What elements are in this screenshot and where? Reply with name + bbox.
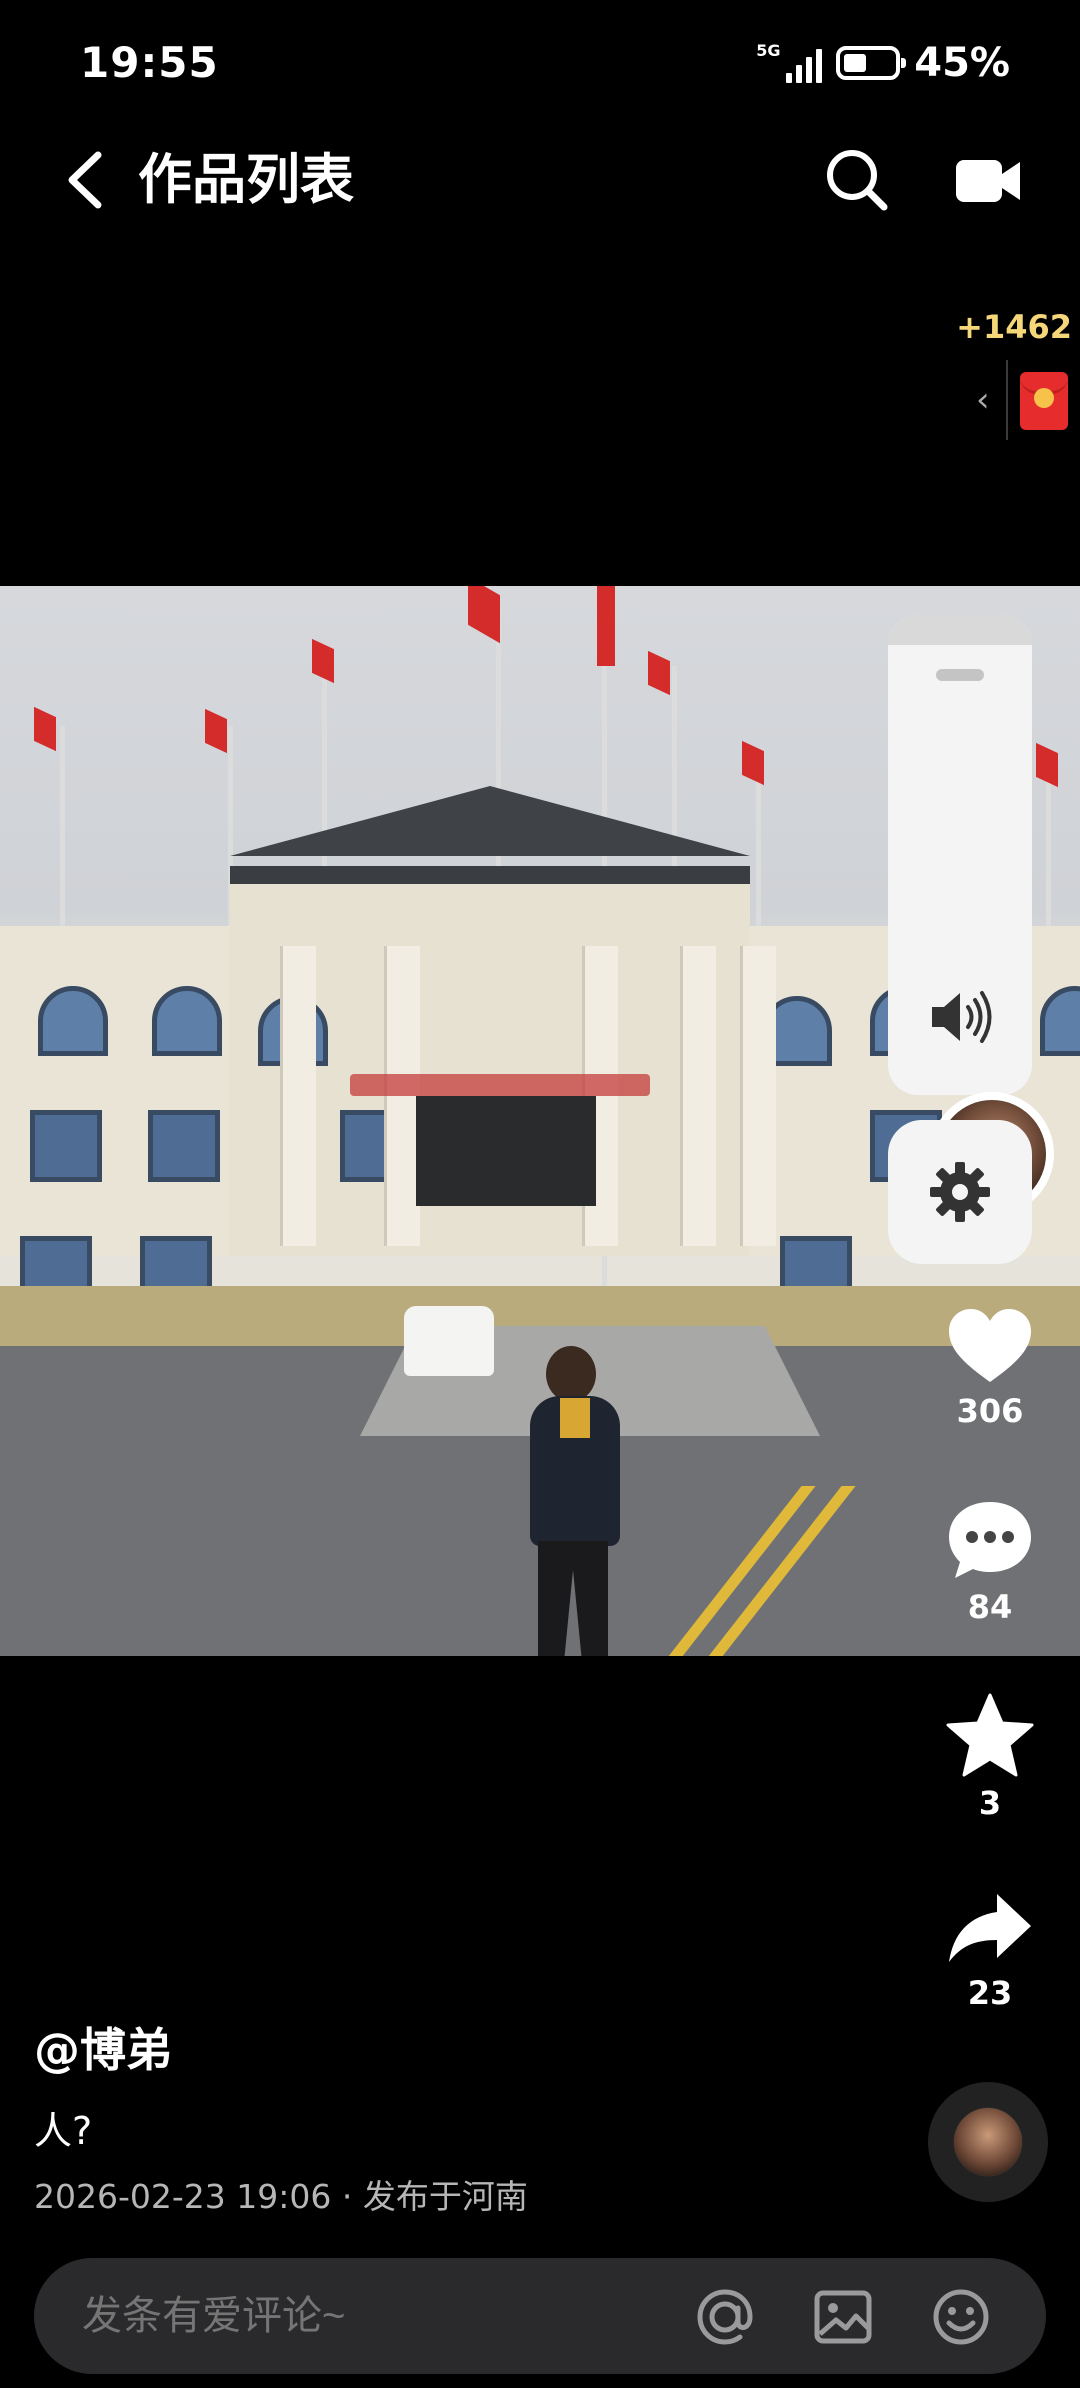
status-indicators: 5G 45%: [756, 38, 1010, 88]
divider: [1006, 360, 1008, 440]
mention-button[interactable]: [694, 2286, 756, 2348]
comment-bar: [34, 2258, 1046, 2374]
signal-icon: 5G: [756, 41, 823, 83]
camera-button[interactable]: [952, 152, 1024, 208]
star-icon: [946, 1693, 1034, 1777]
reward-collapse-button[interactable]: ‹: [976, 380, 990, 420]
battery-icon: [836, 46, 907, 80]
comment-icon: [949, 1502, 1031, 1578]
favorite-button[interactable]: 3: [930, 1692, 1050, 1822]
like-button[interactable]: 306: [930, 1306, 1050, 1430]
emoji-button[interactable]: [930, 2286, 992, 2348]
volume-icon: [932, 991, 992, 1043]
post-meta: 2026-02-23 19:06 · 发布于河南: [34, 2177, 528, 2216]
back-button[interactable]: [58, 145, 118, 215]
post-caption: 人?: [34, 2109, 93, 2153]
emoji-icon: [933, 2289, 989, 2345]
drag-handle[interactable]: [936, 669, 984, 681]
share-count: 23: [967, 1974, 1013, 2012]
favorite-count: 3: [978, 1784, 1002, 1822]
heart-icon: [949, 1309, 1031, 1382]
gear-icon: [930, 1162, 990, 1222]
search-button[interactable]: [822, 145, 892, 215]
network-type: 5G: [756, 41, 781, 60]
comment-button[interactable]: 84: [930, 1498, 1050, 1626]
battery-percent: 45%: [914, 40, 1010, 86]
comment-count: 84: [967, 1588, 1013, 1626]
chevron-left-icon: [68, 151, 102, 209]
comment-input[interactable]: [82, 2258, 682, 2374]
music-disc[interactable]: [928, 2082, 1048, 2202]
author-name[interactable]: @博弟: [34, 2014, 172, 2080]
share-icon: [949, 1894, 1031, 1962]
search-icon: [827, 150, 888, 211]
camera-icon: [956, 160, 1020, 202]
image-button[interactable]: [812, 2286, 874, 2348]
control-panel[interactable]: [888, 615, 1032, 1095]
share-button[interactable]: 23: [930, 1890, 1050, 2012]
volume-button[interactable]: [928, 987, 994, 1047]
like-count: 306: [956, 1392, 1024, 1430]
status-time: 19:55: [80, 38, 219, 87]
red-envelope-icon[interactable]: [1020, 372, 1068, 430]
image-icon: [814, 2290, 872, 2344]
page-title: 作品列表: [138, 148, 354, 211]
at-icon: [697, 2289, 753, 2345]
settings-button[interactable]: [888, 1120, 1032, 1264]
reward-count: +1462: [956, 308, 1072, 346]
status-bar: 19:55 5G 45%: [0, 0, 1080, 130]
